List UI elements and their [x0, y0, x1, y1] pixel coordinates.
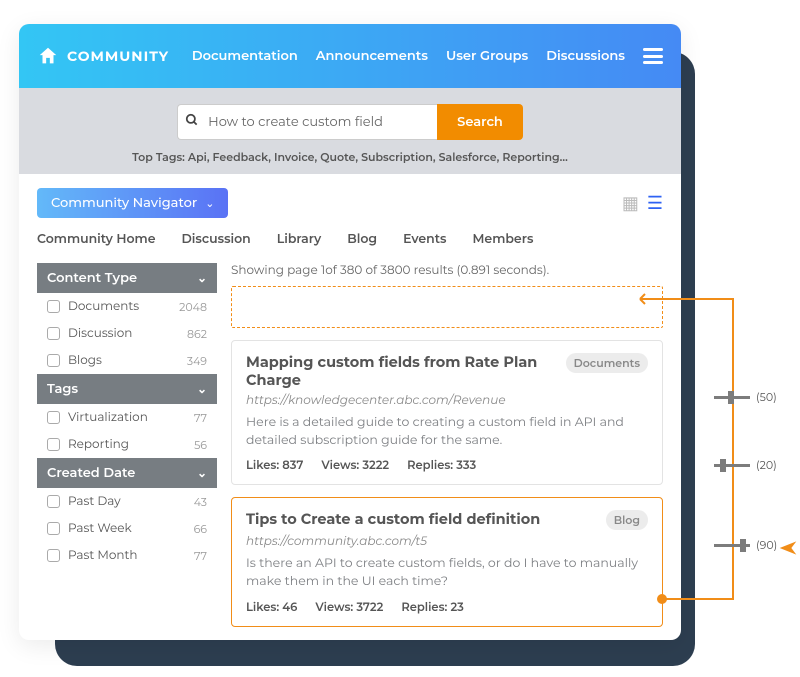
slider-annotation-90: (90)	[714, 538, 777, 552]
facet-item-blogs[interactable]: Blogs349	[37, 347, 217, 374]
facet-item-past-week[interactable]: Past Week66	[37, 515, 217, 542]
chevron-down-icon: ⌄	[197, 466, 207, 481]
tab-events[interactable]: Events	[403, 232, 446, 247]
results-summary: Showing page 1of 380 of 3800 results (0.…	[231, 263, 663, 278]
navigator-dropdown[interactable]: Community Navigator	[37, 188, 228, 218]
slider-annotation-50: (50)	[714, 390, 777, 404]
nav-documentation[interactable]: Documentation	[192, 48, 298, 64]
topbar: COMMUNITY Documentation Announcements Us…	[19, 24, 681, 88]
facet-item-past-month[interactable]: Past Month77	[37, 542, 217, 569]
facet-item-virtualization[interactable]: Virtualization77	[37, 404, 217, 431]
tab-members[interactable]: Members	[472, 232, 533, 247]
hamburger-icon[interactable]	[643, 48, 663, 64]
result-url: https://community.abc.com/t5	[246, 534, 648, 549]
facet-item-documents[interactable]: Documents2048	[37, 293, 217, 320]
facet-item-discussion[interactable]: Discussion862	[37, 320, 217, 347]
featured-slot-placeholder	[231, 286, 663, 328]
top-nav: Documentation Announcements User Groups …	[192, 48, 663, 64]
nav-announcements[interactable]: Announcements	[316, 48, 428, 64]
result-stats: Likes: 837Views: 3222Replies: 333	[246, 458, 648, 472]
facet-item-past-day[interactable]: Past Day43	[37, 488, 217, 515]
facet-created-date-head[interactable]: Created Date⌄	[37, 458, 217, 488]
facet-content-type-head[interactable]: Content Type⌄	[37, 263, 217, 293]
result-badge: Documents	[566, 353, 648, 373]
result-card-highlighted[interactable]: Tips to Create a custom field definition…	[231, 497, 663, 626]
home-icon[interactable]	[37, 45, 59, 67]
tab-home[interactable]: Community Home	[37, 232, 155, 247]
search-bar: Search Top Tags: Api, Feedback, Invoice,…	[19, 88, 681, 174]
grid-view-icon[interactable]: ▦	[622, 192, 639, 214]
search-button[interactable]: Search	[437, 104, 523, 140]
tab-discussion[interactable]: Discussion	[181, 232, 250, 247]
tabs: Community Home Discussion Library Blog E…	[37, 218, 663, 257]
nav-user-groups[interactable]: User Groups	[446, 48, 528, 64]
result-desc: Is there an API to create custom fields,…	[246, 555, 648, 591]
app-window: COMMUNITY Documentation Announcements Us…	[19, 24, 681, 640]
results: Showing page 1of 380 of 3800 results (0.…	[231, 263, 663, 627]
slider-annotation-20: (20)	[714, 458, 777, 472]
result-title: Mapping custom fields from Rate Plan Cha…	[246, 353, 566, 389]
result-badge: Blog	[606, 510, 648, 530]
chevron-down-icon: ⌄	[197, 382, 207, 397]
content: Community Navigator ▦ ☰ Community Home D…	[19, 174, 681, 640]
chevron-down-icon: ⌄	[197, 271, 207, 286]
result-url: https://knowledgecenter.abc.com/Revenue	[246, 393, 648, 408]
list-view-icon[interactable]: ☰	[647, 192, 663, 214]
brand-title: COMMUNITY	[67, 47, 169, 65]
view-toggle: ▦ ☰	[622, 192, 663, 214]
facet-item-reporting[interactable]: Reporting56	[37, 431, 217, 458]
result-title: Tips to Create a custom field definition	[246, 510, 540, 528]
arrow-left-icon	[636, 292, 654, 306]
tab-blog[interactable]: Blog	[347, 232, 377, 247]
result-card[interactable]: Mapping custom fields from Rate Plan Cha…	[231, 340, 663, 485]
sidebar: Content Type⌄ Documents2048 Discussion86…	[37, 263, 217, 627]
search-icon	[185, 113, 199, 132]
result-stats: Likes: 46Views: 3722Replies: 23	[246, 600, 648, 614]
plane-icon	[778, 538, 798, 563]
result-desc: Here is a detailed guide to creating a c…	[246, 414, 648, 450]
tab-library[interactable]: Library	[277, 232, 321, 247]
nav-discussions[interactable]: Discussions	[546, 48, 625, 64]
top-tags: Top Tags: Api, Feedback, Invoice, Quote,…	[19, 150, 681, 164]
search-input[interactable]	[177, 104, 437, 140]
facet-tags-head[interactable]: Tags⌄	[37, 374, 217, 404]
